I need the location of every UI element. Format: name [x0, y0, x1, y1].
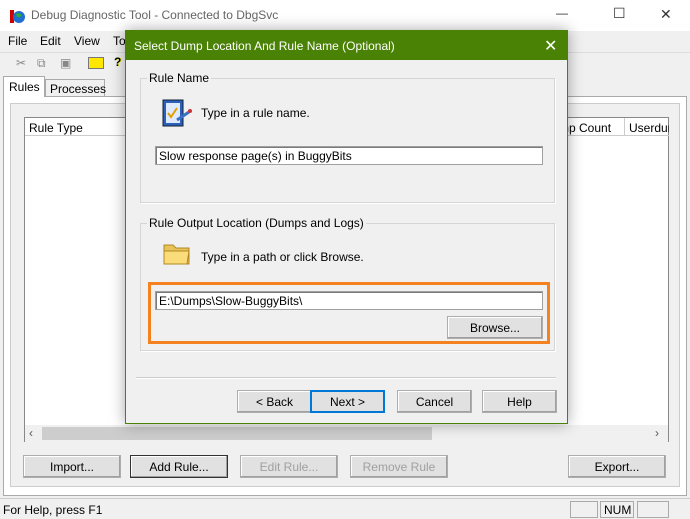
checklist-icon: [161, 98, 193, 128]
add-rule-button[interactable]: Add Rule...: [130, 455, 228, 478]
tab-processes[interactable]: Processes: [45, 79, 106, 97]
dialog-title: Select Dump Location And Rule Name (Opti…: [134, 39, 395, 53]
help-button[interactable]: Help: [482, 390, 557, 413]
rule-name-group: Rule Name: [140, 71, 555, 203]
help-icon[interactable]: ?: [114, 55, 121, 69]
dialog-title-bar: Select Dump Location And Rule Name (Opti…: [126, 31, 567, 60]
status-help-text: For Help, press F1: [3, 503, 103, 517]
back-button[interactable]: < Back: [237, 390, 312, 413]
title-bar: Debug Diagnostic Tool - Connected to Dbg…: [0, 0, 690, 31]
close-button[interactable]: ✕: [660, 6, 672, 23]
paste-icon[interactable]: ▣: [60, 56, 71, 70]
tab-rules[interactable]: Rules: [3, 76, 45, 97]
app-icon: [9, 8, 25, 24]
dialog-separator: [136, 377, 556, 379]
status-bar: For Help, press F1 NUM: [0, 498, 690, 519]
num-lock-indicator: NUM: [600, 501, 634, 518]
window-title: Debug Diagnostic Tool - Connected to Dbg…: [31, 8, 279, 22]
import-button[interactable]: Import...: [23, 455, 121, 478]
remove-rule-button[interactable]: Remove Rule: [350, 455, 448, 478]
folder-icon: [163, 241, 191, 265]
output-path-input[interactable]: E:\Dumps\Slow-BuggyBits\: [155, 291, 543, 310]
scroll-right-icon[interactable]: ›: [655, 426, 659, 440]
column-header-userdump[interactable]: Userdur: [625, 118, 669, 136]
rule-name-hint: Type in a rule name.: [201, 106, 310, 120]
rule-name-input[interactable]: Slow response page(s) in BuggyBits: [155, 146, 543, 165]
minimize-button[interactable]: —: [556, 6, 568, 20]
export-button[interactable]: Export...: [568, 455, 666, 478]
output-location-hint: Type in a path or click Browse.: [201, 250, 364, 264]
edit-rule-button[interactable]: Edit Rule...: [240, 455, 338, 478]
dump-location-dialog: Select Dump Location And Rule Name (Opti…: [125, 30, 568, 424]
browse-button[interactable]: Browse...: [447, 316, 543, 339]
cancel-button[interactable]: Cancel: [397, 390, 472, 413]
cut-icon[interactable]: ✂: [16, 56, 26, 70]
next-button[interactable]: Next >: [310, 390, 385, 413]
scrollbar-thumb[interactable]: [42, 427, 432, 440]
menu-view[interactable]: View: [74, 34, 100, 48]
menu-file[interactable]: File: [8, 34, 27, 48]
dialog-close-icon[interactable]: ✕: [544, 36, 557, 56]
copy-icon[interactable]: ⧉: [37, 56, 46, 71]
horizontal-scrollbar[interactable]: ‹ ›: [25, 425, 668, 442]
open-folder-icon[interactable]: [88, 57, 104, 69]
scroll-left-icon[interactable]: ‹: [29, 426, 33, 440]
maximize-button[interactable]: ☐: [613, 5, 626, 22]
menu-edit[interactable]: Edit: [40, 34, 61, 48]
